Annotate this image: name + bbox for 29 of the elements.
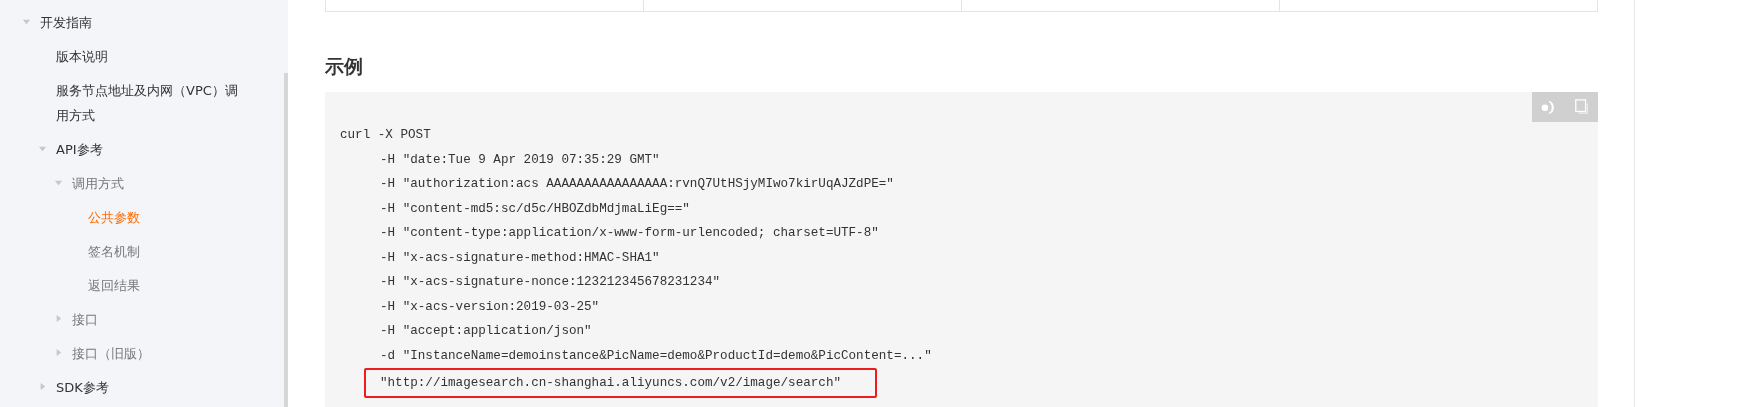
code-line: "http://imagesearch.cn-shanghai.aliyuncs.com/v2/image/search" <box>380 376 841 390</box>
nav-item[interactable]: 接口（旧版） <box>72 342 150 367</box>
code-line: -d "InstanceName=demoinstance&PicName=demo&ProductId=demo&PicContent=..." <box>380 348 932 363</box>
scrollbar[interactable] <box>284 73 288 407</box>
code-line: -H "x-acs-signature-nonce:123212345678231234" <box>380 275 721 289</box>
nav-item[interactable]: 返回结果 <box>88 274 140 299</box>
nav-item[interactable]: 公共参数 <box>88 205 140 231</box>
copy-icon[interactable] <box>1572 99 1591 115</box>
code-line: -H "x-acs-signature-method:HMAC-SHA1" <box>380 250 660 265</box>
nav-item[interactable]: SDK参考 <box>56 376 109 401</box>
nav-item[interactable]: 调用方式 <box>72 171 124 197</box>
expanded-caret-icon[interactable] <box>22 17 31 26</box>
code-line: -H "date:Tue 9 Apr 2019 07:35:29 GMT" <box>380 152 660 167</box>
nav-item[interactable]: API参考 <box>56 137 103 163</box>
code-line: -H "authorization:acs AAAAAAAAAAAAAAAA:rvnQ7UtHSjyMIwo7kirUqAJZdPE=" <box>380 177 894 191</box>
code-line: -H "x-acs-version:2019-03-25" <box>380 299 600 314</box>
nav-item[interactable]: 服务节点地址及内网（VPC）调用方式 <box>56 79 238 129</box>
nav-item[interactable]: 接口 <box>72 308 98 333</box>
nav-item[interactable]: 开发指南 <box>40 11 92 36</box>
collapsed-caret-icon[interactable] <box>54 348 63 358</box>
section-title: 示例 <box>325 54 363 78</box>
code-line: -H "content-type:application/x-www-form-urlencoded; charset=UTF-8" <box>380 226 879 240</box>
collapsed-caret-icon[interactable] <box>38 382 47 392</box>
nav-item[interactable]: 版本说明 <box>56 45 108 70</box>
nav-item[interactable]: 签名机制 <box>88 240 140 265</box>
code-line: -H "accept:application/json" <box>380 324 592 338</box>
code-line: -H "content-md5:sc/d5c/HBOZdbMdjmaLiEg==" <box>380 201 690 216</box>
collapsed-caret-icon[interactable] <box>54 314 63 324</box>
code-line: curl -X POST <box>340 128 431 142</box>
